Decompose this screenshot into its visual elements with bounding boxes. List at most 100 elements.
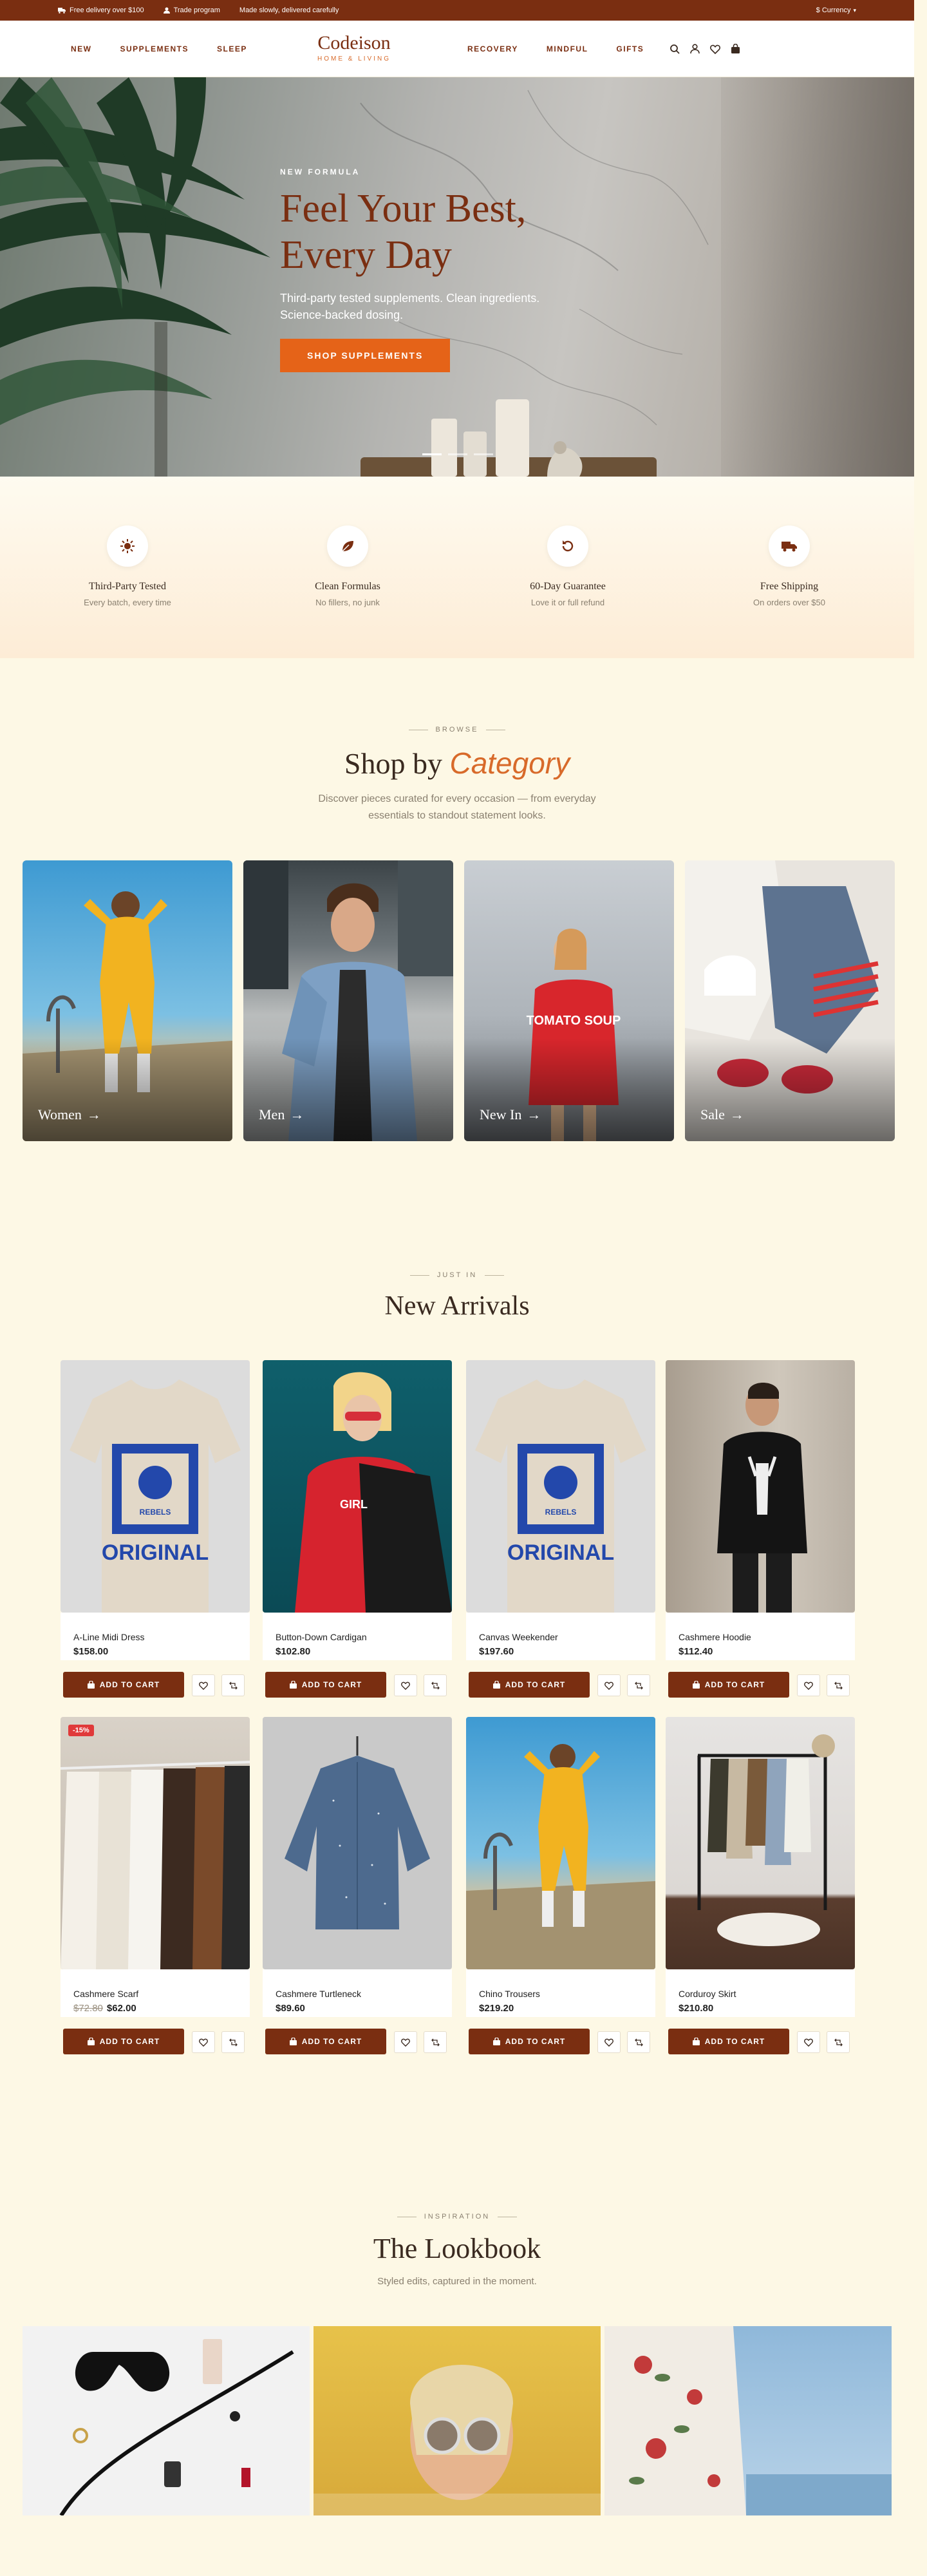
truck-icon	[58, 8, 66, 14]
product-price: $197.60	[479, 1646, 514, 1657]
shop-supplements-button[interactable]: SHOP SUPPLEMENTS	[280, 339, 451, 372]
product-image[interactable]: GIRL	[263, 1360, 452, 1613]
bag-icon	[492, 1681, 500, 1689]
compare-button[interactable]	[827, 1674, 850, 1696]
product-name[interactable]: Cashmere Turtleneck	[276, 1989, 361, 1999]
wishlist-button[interactable]	[797, 2031, 820, 2053]
lookbook-image-portrait[interactable]	[314, 2326, 601, 2515]
slide-dot-3[interactable]	[474, 453, 493, 455]
announcement-bar: Free delivery over $100 Trade program Ma…	[0, 0, 914, 21]
portrait-image	[314, 2365, 601, 2515]
nav-item-new[interactable]: NEW	[71, 44, 92, 53]
search-icon[interactable]	[670, 44, 680, 54]
compare-button[interactable]	[827, 2031, 850, 2053]
currency-selector[interactable]: $ Currency ▾	[816, 6, 856, 14]
nav-item-recovery[interactable]: RECOVERY	[467, 44, 518, 53]
hoodie-image	[717, 1383, 807, 1613]
slide-dot-2[interactable]	[448, 453, 467, 455]
compare-button[interactable]	[221, 2031, 245, 2053]
announcement-trade[interactable]: Trade program	[163, 6, 220, 14]
hero-banner: NEW FORMULA Feel Your Best, Every Day Th…	[0, 77, 914, 477]
product-name[interactable]: Button-Down Cardigan	[276, 1632, 367, 1642]
product-actions: ADD TO CART	[63, 2029, 250, 2054]
bag-icon[interactable]	[731, 44, 740, 54]
add-to-cart-button[interactable]: ADD TO CART	[668, 2029, 789, 2054]
sweatshirt-print: TOMATO SOUP	[527, 1014, 621, 1028]
category-section-title: Shop by Category	[0, 746, 914, 781]
add-to-cart-label: ADD TO CART	[99, 1680, 160, 1689]
category-card-men[interactable]: Men →	[243, 860, 453, 1141]
add-to-cart-button[interactable]: ADD TO CART	[265, 1672, 386, 1698]
nav-item-mindful[interactable]: MINDFUL	[547, 44, 588, 53]
wishlist-button[interactable]	[394, 2031, 417, 2053]
compare-icon	[229, 2038, 238, 2046]
compare-button[interactable]	[424, 1674, 447, 1696]
wishlist-button[interactable]	[597, 2031, 621, 2053]
add-to-cart-button[interactable]: ADD TO CART	[63, 2029, 184, 2054]
product-name[interactable]: Corduroy Skirt	[679, 1989, 736, 1999]
nav-item-sleep[interactable]: SLEEP	[217, 44, 247, 53]
product-name[interactable]: Chino Trousers	[479, 1989, 540, 1999]
product-card[interactable]: Corduroy Skirt $210.80 ADD TO CART	[666, 1717, 855, 2054]
product-card[interactable]: Chino Trousers $219.20 ADD TO CART	[466, 1717, 655, 2054]
category-label: Men →	[259, 1106, 304, 1123]
product-name[interactable]: Cashmere Hoodie	[679, 1632, 751, 1642]
wishlist-button[interactable]	[394, 1674, 417, 1696]
site-header: NEW SUPPLEMENTS SLEEP Codeison HOME & LI…	[0, 21, 914, 77]
compare-button[interactable]	[424, 2031, 447, 2053]
compare-icon	[634, 1681, 643, 1689]
product-image[interactable]: -15%	[61, 1717, 250, 1969]
account-icon[interactable]	[690, 44, 700, 54]
product-image[interactable]: REBELS ORIGINAL	[466, 1360, 655, 1613]
add-to-cart-button[interactable]: ADD TO CART	[469, 2029, 590, 2054]
add-to-cart-button[interactable]: ADD TO CART	[469, 1672, 590, 1698]
heart-icon[interactable]	[710, 44, 720, 54]
sun-icon	[120, 539, 135, 553]
product-info: Button-Down Cardigan $102.80	[263, 1613, 452, 1660]
product-price: $112.40	[679, 1646, 713, 1657]
product-image[interactable]	[666, 1360, 855, 1613]
product-name[interactable]: A-Line Midi Dress	[73, 1632, 144, 1642]
product-actions: ADD TO CART	[265, 1672, 452, 1698]
feature-title: 60-Day Guarantee	[530, 581, 606, 592]
add-to-cart-button[interactable]: ADD TO CART	[668, 1672, 789, 1698]
product-card[interactable]: REBELS ORIGINAL A-Line Midi Dress $158.0…	[61, 1360, 250, 1698]
category-card-women[interactable]: Women →	[23, 860, 232, 1141]
hero-slider-dots	[422, 453, 500, 455]
add-to-cart-button[interactable]: ADD TO CART	[63, 1672, 184, 1698]
category-card-sale[interactable]: Sale →	[685, 860, 895, 1141]
add-to-cart-button[interactable]: ADD TO CART	[265, 2029, 386, 2054]
announcement-trade-text: Trade program	[173, 6, 220, 14]
product-card[interactable]: GIRL Button-Down Cardigan $102.80 ADD TO…	[263, 1360, 452, 1698]
wishlist-button[interactable]	[192, 2031, 215, 2053]
product-card[interactable]: Cashmere Turtleneck $89.60 ADD TO CART	[263, 1717, 452, 2054]
compare-button[interactable]	[627, 1674, 650, 1696]
category-eyebrow-text: BROWSE	[435, 726, 479, 734]
nav-item-supplements[interactable]: SUPPLEMENTS	[120, 44, 189, 53]
product-name[interactable]: Cashmere Scarf	[73, 1989, 138, 1999]
wishlist-button[interactable]	[192, 1674, 215, 1696]
product-card[interactable]: -15% Cashmere Scarf $72.80 $62.00 ADD TO …	[61, 1717, 250, 2054]
product-name[interactable]: Canvas Weekender	[479, 1632, 558, 1642]
compare-button[interactable]	[627, 2031, 650, 2053]
product-image[interactable]	[666, 1717, 855, 1969]
wishlist-button[interactable]	[597, 1674, 621, 1696]
logo[interactable]: Codeison HOME & LIVING	[296, 32, 412, 62]
price-current: $158.00	[73, 1646, 109, 1657]
product-image[interactable]	[466, 1717, 655, 1969]
nav-item-gifts[interactable]: GIFTS	[616, 44, 644, 53]
product-price: $72.80 $62.00	[73, 2003, 136, 2014]
compare-button[interactable]	[221, 1674, 245, 1696]
lookbook-image-accessories[interactable]	[23, 2326, 310, 2515]
lookbook-image-floral[interactable]	[604, 2326, 892, 2515]
slide-dot-1[interactable]	[422, 453, 442, 455]
add-to-cart-label: ADD TO CART	[505, 1680, 566, 1689]
product-card[interactable]: Cashmere Hoodie $112.40 ADD TO CART	[666, 1360, 855, 1698]
product-image[interactable]	[263, 1717, 452, 1969]
bag-icon	[289, 1681, 297, 1689]
wishlist-button[interactable]	[797, 1674, 820, 1696]
category-card-new-in[interactable]: TOMATO SOUP New In →	[464, 860, 674, 1141]
product-image[interactable]: REBELS ORIGINAL	[61, 1360, 250, 1613]
product-card[interactable]: REBELS ORIGINAL Canvas Weekender $197.60…	[466, 1360, 655, 1698]
card-gradient	[685, 1038, 895, 1141]
